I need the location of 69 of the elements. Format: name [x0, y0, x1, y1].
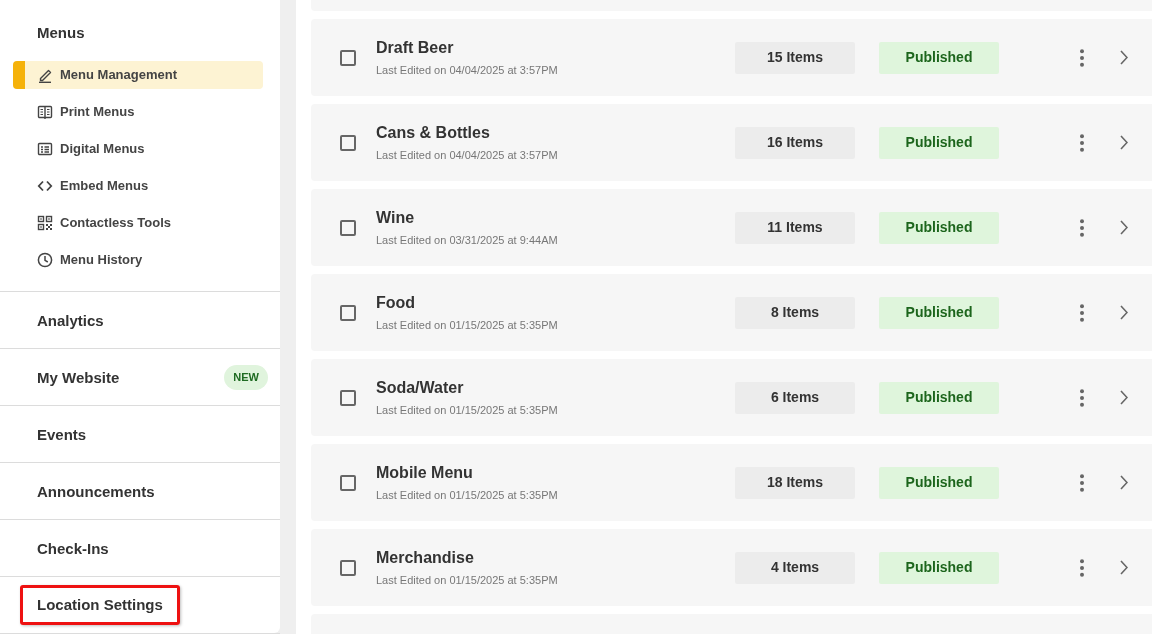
- more-options-icon[interactable]: [1080, 388, 1084, 407]
- chevron-right-icon[interactable]: [1120, 475, 1128, 490]
- pencil-icon: [37, 67, 53, 83]
- menu-name: Draft Beer: [376, 38, 454, 58]
- chevron-right-icon[interactable]: [1120, 135, 1128, 150]
- checkbox[interactable]: [340, 559, 356, 576]
- last-edited-text: Last Edited on 01/15/2025 at 5:35PM: [376, 318, 558, 332]
- last-edited-text: Last Edited on 04/04/2025 at 3:57PM: [376, 63, 558, 77]
- checkbox[interactable]: [340, 304, 356, 321]
- chevron-right-icon[interactable]: [1120, 305, 1128, 320]
- status-badge: Published: [879, 551, 999, 584]
- checkbox[interactable]: [340, 49, 356, 66]
- checkbox[interactable]: [340, 219, 356, 236]
- code-icon: [37, 178, 53, 194]
- more-options-icon[interactable]: [1080, 133, 1084, 152]
- item-count-badge: 4 Items: [735, 551, 855, 584]
- sidebar-menu-item[interactable]: Menu History: [13, 246, 263, 274]
- item-count-badge: 8 Items: [735, 296, 855, 329]
- menu-name: Merchandise: [376, 548, 474, 568]
- status-badge: Published: [879, 211, 999, 244]
- sidebar-link[interactable]: Announcements: [37, 480, 155, 502]
- sidebar-menu-item[interactable]: Menu Management: [13, 61, 263, 89]
- sidebar-menu-item[interactable]: Contactless Tools: [13, 209, 263, 237]
- checkbox[interactable]: [340, 389, 356, 406]
- sidebar-menu-item[interactable]: Digital Menus: [13, 135, 263, 163]
- new-badge: NEW: [224, 364, 268, 390]
- menu-name: Cans & Bottles: [376, 123, 490, 143]
- chevron-right-icon[interactable]: [1120, 50, 1128, 65]
- list-icon: [37, 141, 53, 157]
- status-badge: Published: [879, 126, 999, 159]
- item-count-badge: 15 Items: [735, 41, 855, 74]
- sidebar-link[interactable]: Location Settings: [37, 596, 163, 613]
- status-badge: Published: [879, 41, 999, 74]
- status-badge: Published: [879, 466, 999, 499]
- last-edited-text: Last Edited on 04/04/2025 at 3:57PM: [376, 148, 558, 162]
- chevron-right-icon[interactable]: [1120, 390, 1128, 405]
- qr-code-icon: [37, 215, 53, 231]
- more-options-icon[interactable]: [1080, 303, 1084, 322]
- sidebar-link[interactable]: Check-Ins: [37, 537, 109, 559]
- book-icon: [37, 104, 53, 120]
- menu-name: Food: [376, 293, 416, 313]
- sidebar-heading: Menus: [36, 23, 85, 43]
- sidebar-menu-item[interactable]: Print Menus: [13, 98, 263, 126]
- sidebar-link[interactable]: Analytics: [37, 309, 104, 331]
- last-edited-text: Last Edited on 01/15/2025 at 5:35PM: [376, 573, 558, 587]
- sidebar-menu-item[interactable]: Embed Menus: [13, 172, 263, 200]
- last-edited-text: Last Edited on 03/31/2025 at 9:44AM: [376, 233, 558, 247]
- checkbox[interactable]: [340, 134, 356, 151]
- sidebar-link[interactable]: Events: [37, 423, 87, 445]
- item-count-badge: 16 Items: [735, 126, 855, 159]
- clock-icon: [37, 252, 53, 268]
- more-options-icon[interactable]: [1080, 48, 1084, 67]
- item-count-badge: 11 Items: [735, 211, 855, 244]
- chevron-right-icon[interactable]: [1120, 220, 1128, 235]
- status-badge: Published: [879, 296, 999, 329]
- checkbox[interactable]: [340, 474, 356, 491]
- more-options-icon[interactable]: [1080, 473, 1084, 492]
- menu-name: Soda/Water: [376, 378, 464, 398]
- more-options-icon[interactable]: [1080, 218, 1084, 237]
- chevron-right-icon[interactable]: [1120, 560, 1128, 575]
- item-count-badge: 18 Items: [735, 466, 855, 499]
- more-options-icon[interactable]: [1080, 558, 1084, 577]
- status-badge: Published: [879, 381, 999, 414]
- menu-name: Mobile Menu: [376, 463, 473, 483]
- last-edited-text: Last Edited on 01/15/2025 at 5:35PM: [376, 403, 558, 417]
- sidebar-link[interactable]: My Website: [37, 366, 120, 388]
- item-count-badge: 6 Items: [735, 381, 855, 414]
- last-edited-text: Last Edited on 01/15/2025 at 5:35PM: [376, 488, 558, 502]
- menu-name: Wine: [376, 208, 415, 228]
